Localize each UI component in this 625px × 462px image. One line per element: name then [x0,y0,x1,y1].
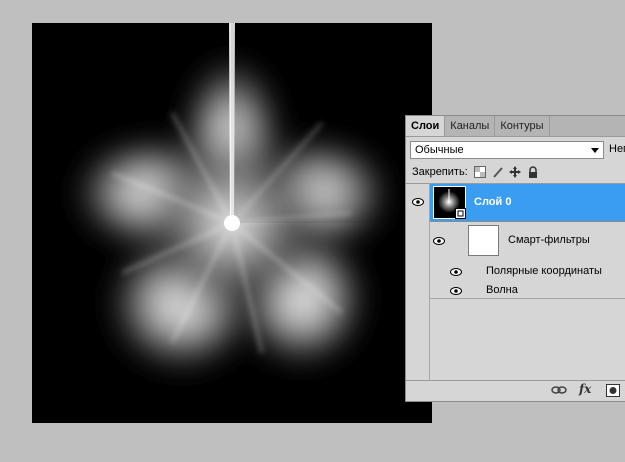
divider [430,298,625,299]
lock-row: Закрепить: [406,163,625,184]
filter-label: Полярные координаты [486,265,602,277]
document-canvas[interactable] [32,23,432,423]
tab-layers[interactable]: Слои [406,116,446,136]
layers-panel: Слои Каналы Контуры Обычные Неп Закрепит… [405,115,625,402]
tab-paths[interactable]: Контуры [495,116,550,136]
blend-mode-row: Обычные Неп [406,137,625,163]
lock-move-icon[interactable] [509,166,521,178]
filter-eye-icon[interactable] [450,287,462,295]
panel-tabs: Слои Каналы Контуры [406,116,625,137]
filter-row-polar-coordinates[interactable]: Полярные координаты [430,262,625,282]
layers-list: Слой 0 Смарт-фильтры Полярные координаты… [406,184,625,382]
smart-filters-eye-icon[interactable] [433,237,445,245]
tab-channels[interactable]: Каналы [445,116,496,136]
eye-icon[interactable] [412,198,424,206]
lock-label: Закрепить: [412,166,468,178]
filter-label: Волна [486,284,518,296]
light-burst-artwork [67,23,432,378]
smart-filters-label: Смарт-фильтры [508,234,590,246]
smart-filter-mask-thumbnail [468,225,499,256]
fx-icon[interactable]: fx [579,382,591,396]
opacity-label: Неп [609,143,625,155]
smart-object-badge-icon [455,208,466,219]
link-layers-icon[interactable] [551,385,567,395]
add-mask-icon[interactable] [606,384,620,397]
lock-brush-icon[interactable] [492,166,504,178]
smart-filters-row[interactable]: Смарт-фильтры [430,222,625,260]
visibility-column [406,184,430,382]
filter-eye-icon[interactable] [450,268,462,276]
lock-transparent-icon[interactable] [474,166,486,178]
blend-mode-value: Обычные [415,144,464,156]
chevron-down-icon [591,148,599,153]
layer-row-layer0[interactable]: Слой 0 [430,184,625,222]
layer-name[interactable]: Слой 0 [474,196,511,208]
lock-all-icon[interactable] [527,166,539,178]
blend-mode-select[interactable]: Обычные [410,141,604,159]
panel-bottom-bar: fx [406,380,625,401]
layer-thumbnail [433,186,466,219]
